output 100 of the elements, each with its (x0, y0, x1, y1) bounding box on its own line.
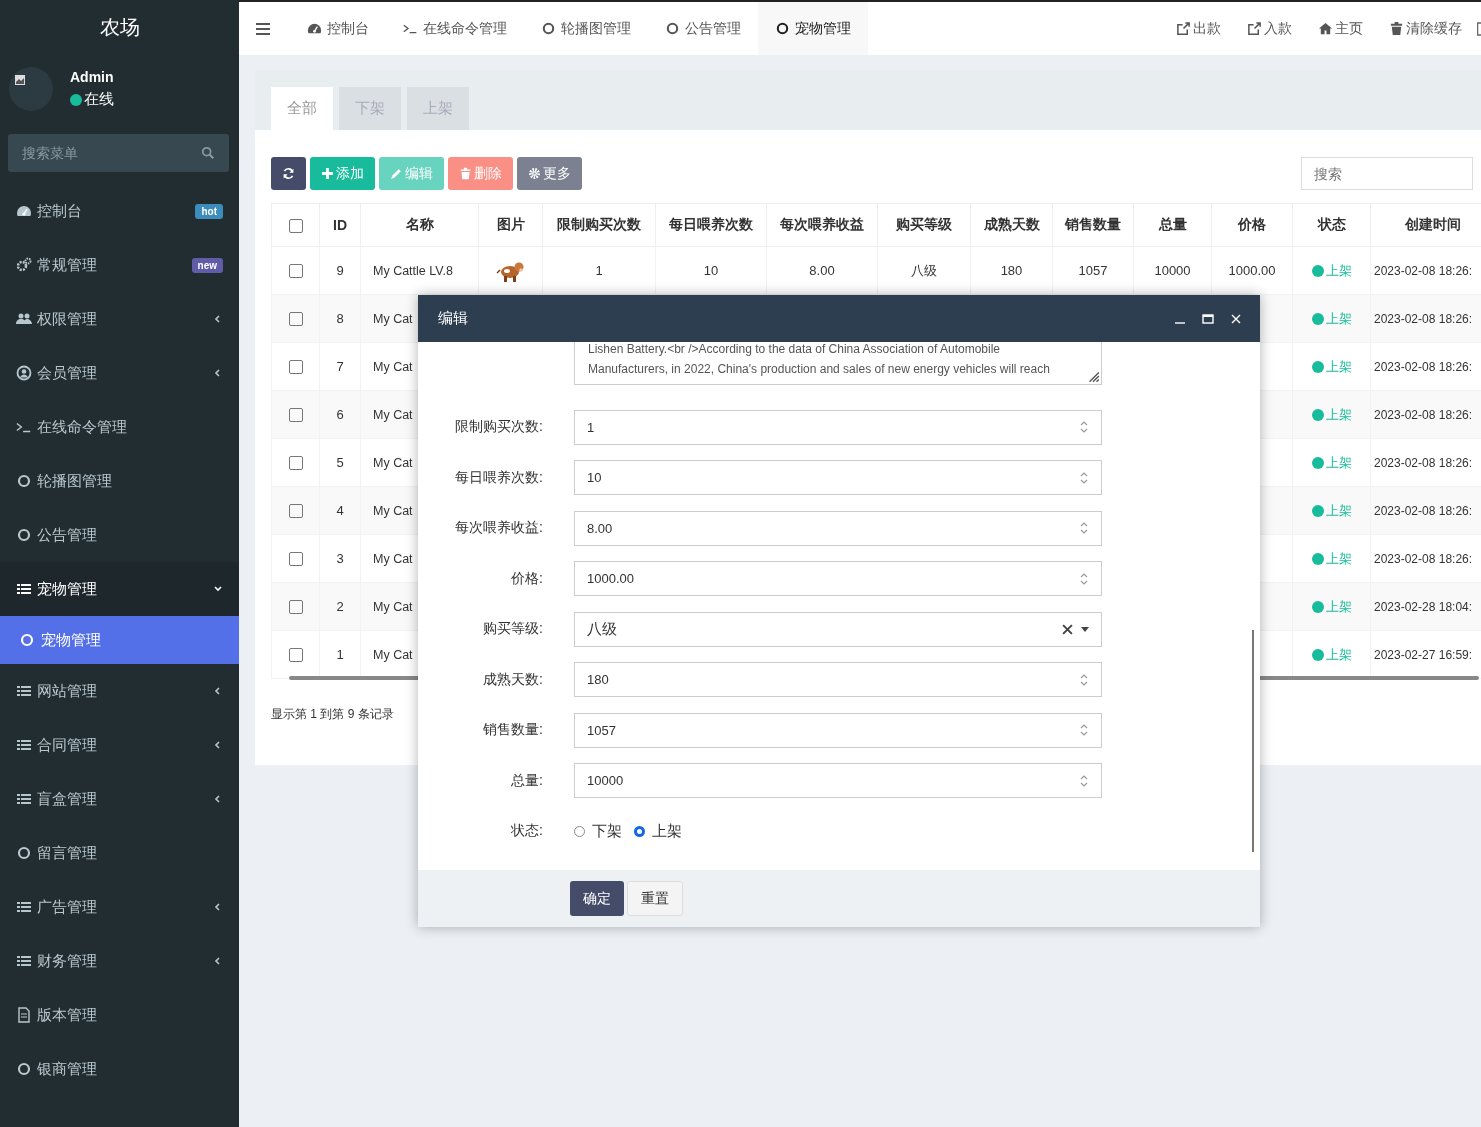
confirm-button[interactable]: 确定 (570, 881, 624, 916)
row-checkbox[interactable] (288, 456, 303, 471)
chevron-left-icon (213, 368, 223, 378)
description-textarea[interactable]: Lishen Battery.<br />According to the data of China Association of Automobile Manufacturers, in 2022, China's production and sales of new energy vehicles will reach (574, 342, 1102, 385)
external-link-icon (1247, 21, 1262, 36)
table-cell: My Cat (373, 407, 413, 422)
status-radio[interactable]: 上架 (634, 821, 682, 841)
nav-link[interactable]: 主页 (1305, 19, 1376, 38)
sidebar-item[interactable]: 合同管理 (0, 718, 239, 772)
table-cell: 4 (336, 503, 344, 518)
scrollbar[interactable] (1252, 630, 1254, 852)
row-checkbox[interactable] (288, 648, 303, 663)
dashboard-icon (16, 203, 32, 219)
number-field[interactable]: 8.00 (574, 510, 1102, 546)
sidebar-item[interactable]: 控制台 hot (0, 184, 239, 238)
number-field[interactable]: 180 (574, 662, 1102, 698)
sidebar-item[interactable]: 留言管理 (0, 826, 239, 880)
refresh-button[interactable] (271, 157, 306, 190)
trash-icon (1389, 21, 1404, 36)
status-radio[interactable]: 下架 (574, 821, 622, 841)
row-checkbox[interactable] (288, 264, 303, 279)
table-search-field[interactable]: 搜索 (1301, 157, 1473, 190)
circle-icon (16, 845, 32, 861)
table-cell: 180 (1000, 263, 1023, 278)
number-field[interactable]: 1 (574, 409, 1102, 445)
table-cell: 2023-02-08 18:26: (1374, 503, 1473, 518)
sidebar-item[interactable]: 常规管理 new (0, 238, 239, 292)
row-checkbox[interactable] (288, 408, 303, 423)
sidebar-item[interactable]: 广告管理 (0, 880, 239, 934)
sidebar-item[interactable]: 盲盒管理 (0, 772, 239, 826)
status-dot (1311, 648, 1324, 661)
chevron-left-icon (213, 686, 223, 696)
sidebar-item[interactable]: 公告管理 (0, 508, 239, 562)
plus-icon (321, 167, 334, 180)
nav-link[interactable]: 入款 (1234, 19, 1305, 38)
select-all-checkbox[interactable] (288, 219, 303, 234)
level-select[interactable]: 八级 (574, 611, 1102, 647)
nav-tab[interactable]: 宠物管理 (758, 2, 868, 55)
row-checkbox[interactable] (288, 504, 303, 519)
chevron-left-icon (213, 794, 223, 804)
row-checkbox[interactable] (288, 552, 303, 567)
column-header[interactable]: 创建时间 (1405, 216, 1461, 232)
row-checkbox[interactable] (288, 360, 303, 375)
sidebar-item[interactable]: 会员管理 (0, 346, 239, 400)
number-field[interactable]: 1000.00 (574, 561, 1102, 597)
status-dot (1311, 360, 1324, 373)
menu-search-field[interactable]: 搜索菜单 (8, 134, 229, 172)
sidebar-item[interactable]: 宠物管理 (0, 562, 239, 616)
column-header[interactable]: 状态 (1317, 216, 1346, 232)
close-icon[interactable] (1230, 312, 1242, 325)
table-cell: My Cat (373, 311, 413, 326)
table-cell: My Cat (373, 599, 413, 614)
table-cell: My Cat (373, 551, 413, 566)
sidebar-item[interactable]: 银商管理 (0, 1042, 239, 1096)
circle-icon (16, 473, 32, 489)
sidebar-item[interactable]: 权限管理 (0, 292, 239, 346)
clear-icon[interactable] (1062, 623, 1073, 635)
sidebar-item[interactable]: 在线命令管理 (0, 400, 239, 454)
nav-tab[interactable]: 轮播图管理 (524, 2, 648, 55)
table-cell: 3 (336, 551, 344, 566)
field-label: 限制购买次数: (455, 418, 543, 435)
more-button[interactable]: 更多 (517, 157, 582, 190)
column-header[interactable]: 名称 (405, 216, 434, 232)
pagination-info: 显示第 1 到第 9 条记录 (271, 707, 394, 721)
number-field[interactable]: 1057 (574, 712, 1102, 748)
column-header[interactable]: 价格 (1238, 216, 1266, 232)
table-cell: My Cat (373, 359, 413, 374)
gears-icon (16, 257, 32, 273)
resize-grip-icon[interactable] (1086, 369, 1100, 383)
dashboard-icon (307, 21, 322, 36)
nav-tab[interactable]: 在线命令管理 (386, 2, 524, 55)
sidebar-item[interactable]: 版本管理 (0, 988, 239, 1042)
column-header[interactable]: 总量 (1158, 216, 1187, 232)
row-checkbox[interactable] (288, 600, 303, 615)
nav-link[interactable]: 清除缓存 (1376, 19, 1475, 38)
search-icon (201, 146, 215, 160)
sidebar-item[interactable]: 财务管理 (0, 934, 239, 988)
nav-tab[interactable]: 公告管理 (648, 2, 758, 55)
status-dot (1311, 456, 1324, 469)
reset-button[interactable]: 重置 (627, 881, 683, 916)
app-logo: 农场 (98, 15, 141, 40)
maximize-icon[interactable] (1202, 312, 1214, 325)
nav-link[interactable]: 出款 (1163, 19, 1234, 38)
number-field[interactable]: 10 (574, 460, 1102, 496)
list-icon (16, 899, 32, 915)
number-field[interactable]: 10000 (574, 763, 1102, 799)
nav-tab[interactable]: 控制台 (290, 2, 386, 55)
column-header[interactable]: ID (333, 217, 347, 233)
image-icon[interactable] (1477, 20, 1481, 37)
column-header[interactable]: 图片 (496, 216, 525, 232)
table-cell: 8 (336, 311, 344, 326)
menu-icon[interactable] (256, 22, 270, 35)
row-checkbox[interactable] (288, 312, 303, 327)
trash-icon (459, 167, 472, 180)
table-cell: 6 (336, 407, 344, 422)
sidebar-item[interactable]: 网站管理 (0, 664, 239, 718)
list-icon (16, 953, 32, 969)
circle-icon (665, 21, 680, 36)
sidebar-item[interactable]: 轮播图管理 (0, 454, 239, 508)
sidebar-subitem[interactable]: 宠物管理 (0, 616, 239, 664)
